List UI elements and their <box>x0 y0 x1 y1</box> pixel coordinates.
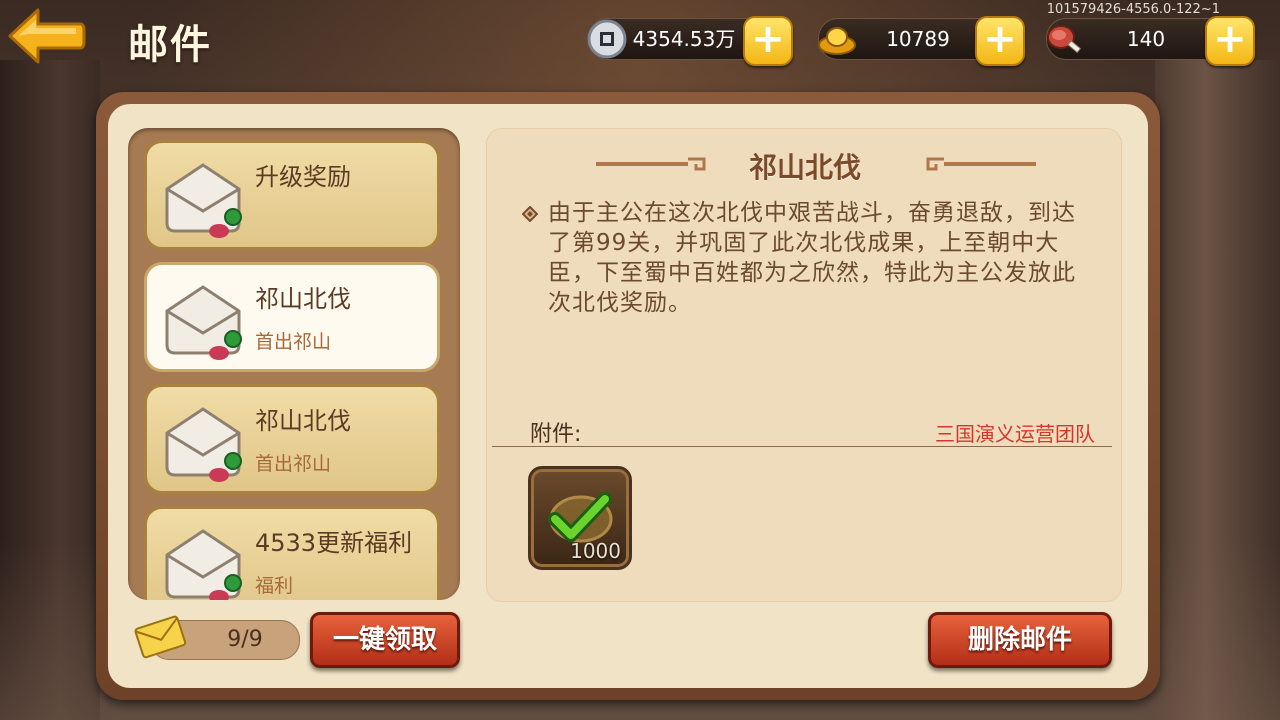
envelope-icon <box>165 285 242 360</box>
mail-sender: 三国演义运营团队 <box>935 422 1095 446</box>
mail-body-text: 由于主公在这次北伐中艰苦战斗，奋勇退敌，到达了第99关，并巩固了此次北伐成果，上… <box>548 200 1076 316</box>
diamond-bullet-icon <box>522 206 538 222</box>
add-gold-button[interactable]: + <box>975 16 1025 66</box>
back-arrow-icon <box>8 8 86 64</box>
coins-resource: 4354.53万 + <box>587 16 793 66</box>
mail-detail-title: 祁山北伐 <box>748 151 861 184</box>
title-ornament-right-icon <box>926 157 1036 171</box>
coins-value: 4354.53万 <box>632 27 736 51</box>
mail-envelope-icon <box>134 615 187 659</box>
mail-title: 升级奖励 <box>255 163 351 191</box>
stamina-value: 140 <box>1126 27 1166 51</box>
mail-subtitle: 首出祁山 <box>255 331 332 353</box>
mail-list-item[interactable]: 4533更新福利 福利 <box>144 506 440 600</box>
attachments-label: 附件: <box>530 422 582 447</box>
envelope-icon <box>165 407 242 482</box>
debug-id-text: 101579426-4556.0-122~1 <box>1046 2 1220 17</box>
mail-subtitle: 福利 <box>255 575 294 597</box>
attachments-divider <box>492 446 1112 447</box>
coin-icon <box>587 19 627 59</box>
mail-list-item-selected[interactable]: 祁山北伐 首出祁山 <box>144 262 440 372</box>
gold-value: 10789 <box>886 27 950 51</box>
back-button[interactable] <box>4 6 86 66</box>
mail-list[interactable]: 升级奖励 祁山北伐 首出祁山 祁山北伐 首出祁山 4533更新福利 福利 <box>128 128 460 600</box>
gold-resource: 10789 + <box>818 16 1025 66</box>
mail-title: 4533更新福利 <box>255 529 413 557</box>
attachment-count: 1000 <box>570 539 621 563</box>
add-stamina-button[interactable]: + <box>1205 16 1255 66</box>
delete-mail-button[interactable]: 删除邮件 <box>928 612 1112 668</box>
attachment-item-slot[interactable]: 1000 <box>528 466 632 570</box>
claim-all-button[interactable]: 一键领取 <box>310 612 460 668</box>
mail-subtitle: 首出祁山 <box>255 453 332 475</box>
title-ornament-left-icon <box>596 157 706 171</box>
mail-title: 祁山北伐 <box>255 407 351 435</box>
mail-title: 祁山北伐 <box>255 285 351 313</box>
stamina-resource: 140 + <box>1046 16 1255 66</box>
mail-list-item[interactable]: 祁山北伐 首出祁山 <box>144 384 440 494</box>
mail-list-item[interactable]: 升级奖励 <box>144 140 440 250</box>
envelope-icon <box>165 529 242 600</box>
add-coins-button[interactable]: + <box>743 16 793 66</box>
gold-ingot-icon <box>818 27 856 55</box>
meat-icon <box>1047 25 1082 54</box>
mail-count-value: 9/9 <box>227 627 263 652</box>
envelope-icon <box>165 163 242 238</box>
page-title: 邮件 <box>128 22 212 68</box>
